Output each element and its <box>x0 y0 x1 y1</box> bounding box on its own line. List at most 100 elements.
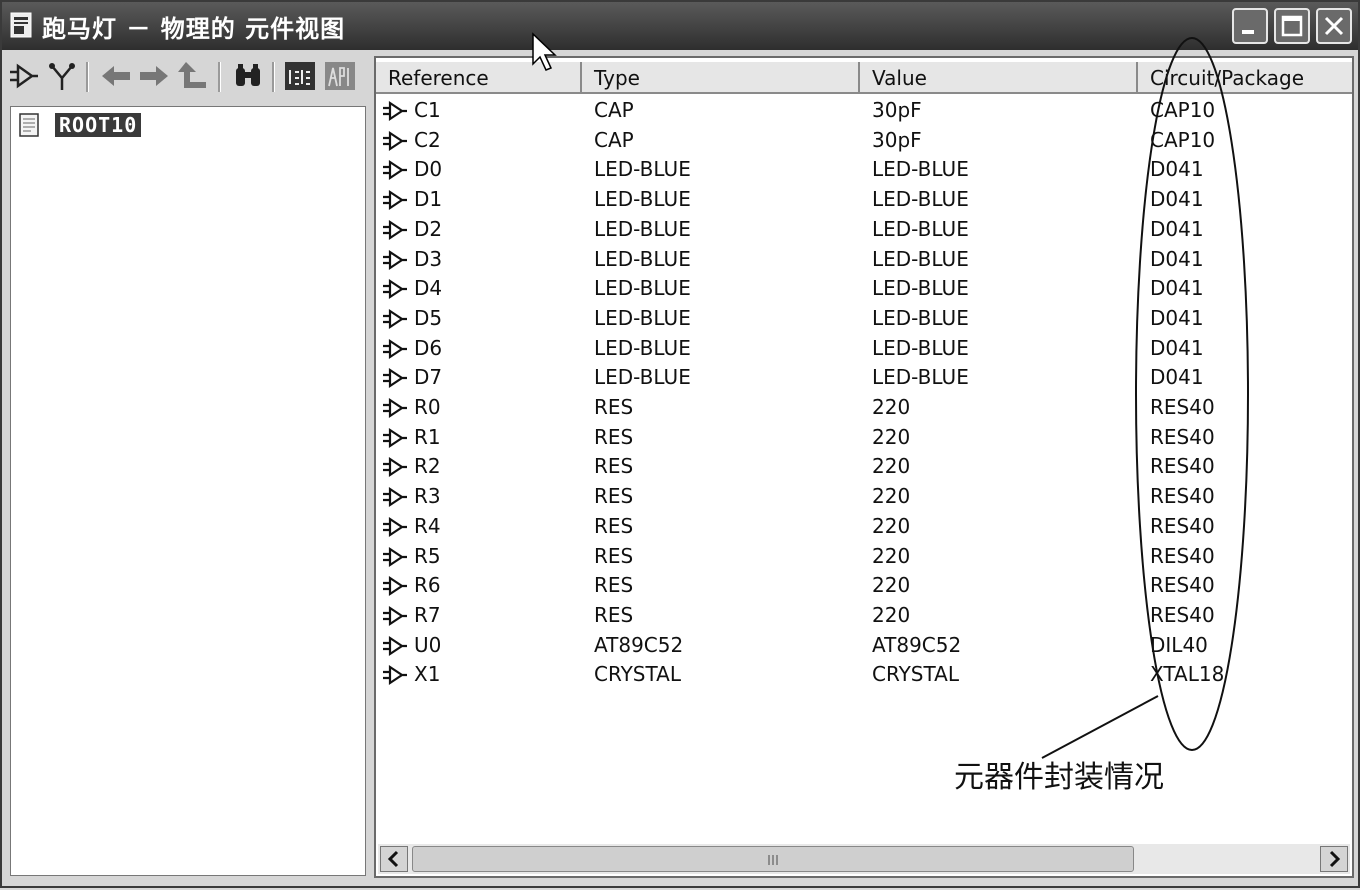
table-row[interactable]: D4 LED-BLUE LED-BLUE D041 <box>376 274 1352 304</box>
minimize-button[interactable] <box>1232 8 1268 44</box>
back-button[interactable] <box>100 58 132 94</box>
scroll-right-button[interactable] <box>1320 846 1348 872</box>
reference-cell: R2 <box>414 454 441 479</box>
table-row[interactable]: R5 RES 220 RES40 <box>376 542 1352 572</box>
package-cell: CAP10 <box>1150 127 1216 152</box>
package-cell: RES40 <box>1150 573 1215 598</box>
type-cell: CAP <box>594 127 634 152</box>
value-cell: LED-BLUE <box>872 276 969 301</box>
component-icon <box>383 249 407 270</box>
component-icon <box>383 516 407 537</box>
value-cell: 220 <box>872 395 911 419</box>
reference-cell: R3 <box>414 484 441 509</box>
horizontal-scrollbar[interactable] <box>378 844 1350 874</box>
column-header-package[interactable]: Circuit/Package <box>1138 62 1352 94</box>
table-row[interactable]: U0 AT89C52 AT89C52 DIL40 <box>376 631 1352 661</box>
reference-cell: U0 <box>414 632 442 657</box>
chevron-right-icon <box>1329 850 1341 868</box>
package-cell: RES40 <box>1150 484 1215 509</box>
reference-cell: D5 <box>414 305 443 330</box>
table-row[interactable]: D6 LED-BLUE LED-BLUE D041 <box>376 334 1352 364</box>
component-icon <box>383 160 407 181</box>
column-header-reference[interactable]: Reference <box>376 62 582 94</box>
forward-button[interactable] <box>138 58 170 94</box>
search-button[interactable] <box>232 58 264 94</box>
value-cell: LED-BLUE <box>872 305 969 330</box>
column-header-value[interactable]: Value <box>860 62 1138 94</box>
up-button[interactable] <box>176 58 208 94</box>
value-cell: 30pF <box>872 98 922 122</box>
project-tree[interactable]: ROOT10 <box>10 106 366 876</box>
reference-cell: R1 <box>414 424 441 449</box>
table-row[interactable]: R0 RES 220 RES40 <box>376 393 1352 423</box>
table-row[interactable]: D1 LED-BLUE LED-BLUE D041 <box>376 185 1352 215</box>
column-header-type[interactable]: Type <box>582 62 860 94</box>
title-bar[interactable]: 跑马灯 － 物理的 元件视图 <box>2 2 1358 50</box>
table-row[interactable]: R1 RES 220 RES40 <box>376 423 1352 453</box>
package-cell: XTAL18 <box>1150 662 1225 687</box>
reference-cell: D3 <box>414 246 443 271</box>
list-header: Reference Type Value Circuit/Package <box>376 62 1352 94</box>
table-row[interactable]: R6 RES 220 RES40 <box>376 571 1352 601</box>
net-view-button[interactable] <box>46 58 78 94</box>
package-cell: RES40 <box>1150 543 1215 568</box>
toolbar-separator <box>86 62 89 92</box>
table-row[interactable]: C1 CAP 30pF CAP10 <box>376 96 1352 126</box>
window-title: 跑马灯 － 物理的 元件视图 <box>42 15 346 43</box>
type-cell: RES <box>594 395 634 419</box>
table-row[interactable]: C2 CAP 30pF CAP10 <box>376 126 1352 156</box>
table-row[interactable]: R3 RES 220 RES40 <box>376 482 1352 512</box>
reference-cell: R4 <box>414 513 441 538</box>
value-cell: LED-BLUE <box>872 365 969 390</box>
type-cell: LED-BLUE <box>594 365 691 390</box>
table-row[interactable]: R2 RES 220 RES40 <box>376 452 1352 482</box>
minimize-icon <box>1242 30 1254 34</box>
type-cell: RES <box>594 424 634 449</box>
value-cell: 30pF <box>872 127 922 152</box>
value-cell: 220 <box>872 513 911 538</box>
component-icon <box>383 546 407 567</box>
value-cell: 220 <box>872 424 911 449</box>
table-row[interactable]: R4 RES 220 RES40 <box>376 512 1352 542</box>
component-icon <box>383 308 407 329</box>
reference-cell: D7 <box>414 365 443 390</box>
reference-cell: D4 <box>414 276 443 301</box>
table-row[interactable]: D3 LED-BLUE LED-BLUE D041 <box>376 245 1352 275</box>
component-view-button[interactable] <box>8 58 40 94</box>
ares-icon <box>325 62 355 90</box>
type-cell: RES <box>594 573 634 598</box>
scrollbar-thumb[interactable] <box>412 846 1134 872</box>
component-icon <box>383 368 407 389</box>
isis-button[interactable] <box>284 58 316 94</box>
package-cell: RES40 <box>1150 395 1215 419</box>
table-row[interactable]: D2 LED-BLUE LED-BLUE D041 <box>376 215 1352 245</box>
table-row[interactable]: D7 LED-BLUE LED-BLUE D041 <box>376 363 1352 393</box>
type-cell: LED-BLUE <box>594 187 691 212</box>
reference-cell: D2 <box>414 216 443 241</box>
component-list[interactable]: Reference Type Value Circuit/Package C1 C… <box>374 56 1354 878</box>
type-cell: CAP <box>594 98 634 122</box>
component-icon <box>383 190 407 211</box>
back-arrow-icon <box>102 66 130 86</box>
type-cell: LED-BLUE <box>594 276 691 301</box>
value-cell: 220 <box>872 543 911 568</box>
table-row[interactable]: D5 LED-BLUE LED-BLUE D041 <box>376 304 1352 334</box>
package-cell: D041 <box>1150 335 1204 360</box>
component-icon <box>383 605 407 626</box>
component-icon <box>383 100 407 122</box>
table-row[interactable]: R7 RES 220 RES40 <box>376 601 1352 631</box>
value-cell: AT89C52 <box>872 632 962 657</box>
ares-button[interactable] <box>324 58 356 94</box>
scroll-left-button[interactable] <box>380 846 408 872</box>
close-button[interactable] <box>1316 8 1352 44</box>
table-row[interactable]: D0 LED-BLUE LED-BLUE D041 <box>376 155 1352 185</box>
table-row[interactable]: X1 CRYSTAL CRYSTAL XTAL18 <box>376 660 1352 690</box>
value-cell: 220 <box>872 454 911 479</box>
value-cell: 220 <box>872 573 911 598</box>
tree-root-label[interactable]: ROOT10 <box>55 113 142 137</box>
type-cell: RES <box>594 513 634 538</box>
forward-arrow-icon <box>140 66 168 86</box>
reference-cell: R5 <box>414 543 441 568</box>
component-icon <box>383 457 407 478</box>
maximize-button[interactable] <box>1274 8 1310 44</box>
